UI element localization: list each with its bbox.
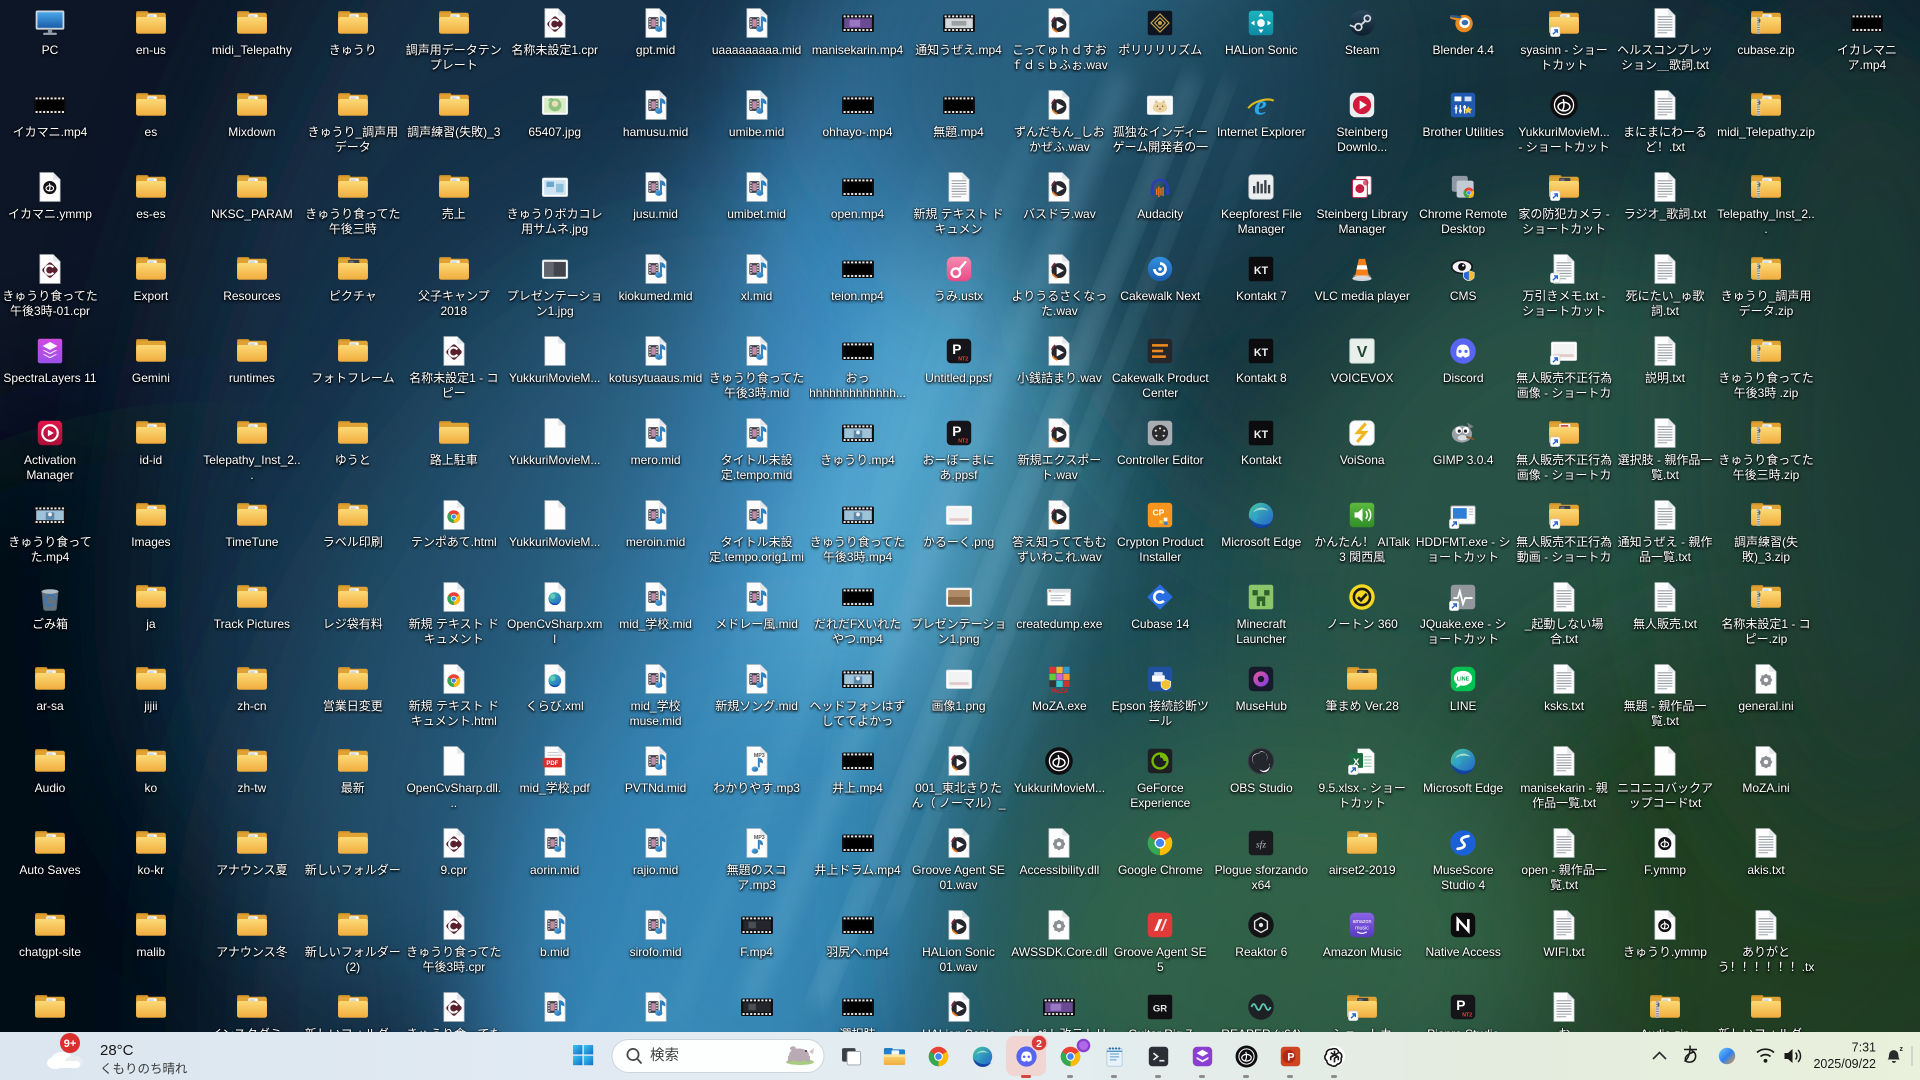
svg-text:28°C: 28°C bbox=[100, 1042, 134, 1059]
svg-text:2025/09/22: 2025/09/22 bbox=[1813, 1057, 1876, 1071]
svg-text:7:31: 7:31 bbox=[1852, 1041, 1876, 1055]
svg-text:9+: 9+ bbox=[64, 1038, 77, 1050]
svg-text:くもりのち晴れ: くもりのち晴れ bbox=[100, 1062, 188, 1076]
svg-text:検索: 検索 bbox=[650, 1047, 679, 1064]
svg-text:z: z bbox=[1900, 1046, 1904, 1053]
